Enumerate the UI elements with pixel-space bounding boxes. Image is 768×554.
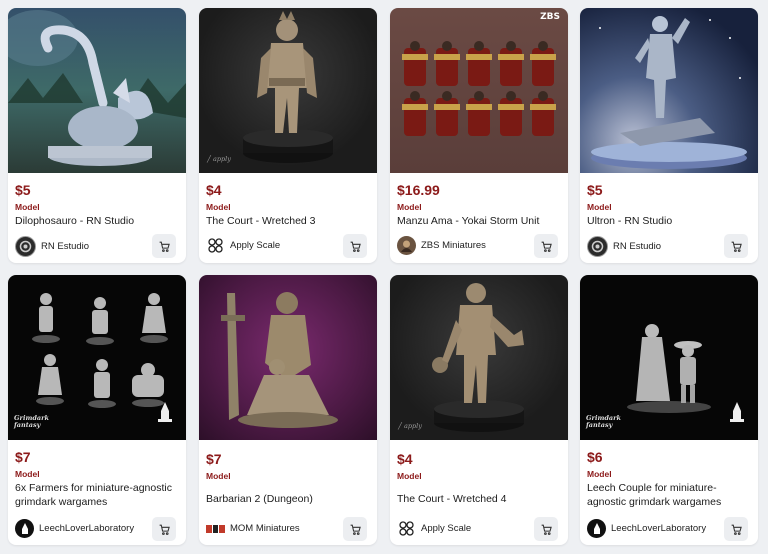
product-title[interactable]: The Court - Wretched 3 xyxy=(206,214,370,228)
product-type: Model xyxy=(587,202,612,212)
product-price: $4 xyxy=(206,182,222,198)
product-image[interactable] xyxy=(580,8,758,173)
leech-lover-logo-icon xyxy=(15,519,34,538)
mom-logo-icon xyxy=(206,519,225,538)
watermark-logo: ╱ apply xyxy=(398,422,422,430)
product-image[interactable] xyxy=(8,8,186,173)
product-type: Model xyxy=(397,202,422,212)
zbs-badge: ZBS xyxy=(540,12,560,22)
product-price: $7 xyxy=(206,451,222,467)
product-card[interactable]: $5 Model Dilophosauro - RN Studio RN Est… xyxy=(8,8,186,263)
product-title[interactable]: The Court - Wretched 4 xyxy=(397,492,561,506)
seller[interactable]: RN Estudio xyxy=(15,236,89,257)
add-to-cart-button[interactable] xyxy=(724,234,748,258)
product-card[interactable]: ╱ apply $4 Model The Court - Wretched 4 … xyxy=(390,275,568,545)
product-title[interactable]: Barbarian 2 (Dungeon) xyxy=(206,492,370,506)
add-to-cart-button[interactable] xyxy=(152,234,176,258)
watermark-logo: ╱ apply xyxy=(207,155,231,163)
product-type: Model xyxy=(206,471,231,481)
product-image[interactable]: ╱ apply xyxy=(199,8,377,173)
leech-lover-logo-icon xyxy=(587,519,606,538)
product-image[interactable]: Grimdark fantasy xyxy=(8,275,186,440)
product-card[interactable]: Grimdark fantasy $7 Model 6x Farmers for … xyxy=(8,275,186,545)
cart-icon xyxy=(731,241,742,252)
seller-name[interactable]: LeechLoverLaboratory xyxy=(39,523,134,534)
product-title[interactable]: Dilophosauro - RN Studio xyxy=(15,214,179,228)
seller[interactable]: LeechLoverLaboratory xyxy=(15,519,134,538)
product-card[interactable]: Grimdark fantasy $6 Model Leech Couple fo… xyxy=(580,275,758,545)
product-title[interactable]: 6x Farmers for miniature-agnostic grimda… xyxy=(15,481,179,509)
add-to-cart-button[interactable] xyxy=(534,234,558,258)
product-image[interactable]: ╱ apply xyxy=(390,275,568,440)
seller-name[interactable]: LeechLoverLaboratory xyxy=(611,523,706,534)
product-price: $4 xyxy=(397,451,413,467)
product-card[interactable]: $5 Model Ultron - RN Studio RN Estudio xyxy=(580,8,758,263)
add-to-cart-button[interactable] xyxy=(343,517,367,541)
add-to-cart-button[interactable] xyxy=(152,517,176,541)
product-type: Model xyxy=(397,471,422,481)
seller[interactable]: ZBS Miniatures xyxy=(397,236,486,255)
seller-name[interactable]: Apply Scale xyxy=(230,240,280,251)
rn-logo-icon xyxy=(15,236,36,257)
seller[interactable]: Apply Scale xyxy=(206,236,280,255)
cart-icon xyxy=(541,524,552,535)
product-type: Model xyxy=(206,202,231,212)
product-price: $5 xyxy=(587,182,603,198)
rn-logo-icon xyxy=(587,236,608,257)
cart-icon xyxy=(159,524,170,535)
seller-name[interactable]: ZBS Miniatures xyxy=(421,240,486,251)
product-type: Model xyxy=(15,202,40,212)
zbs-logo-icon xyxy=(397,236,416,255)
cart-icon xyxy=(159,241,170,252)
seller[interactable]: RN Estudio xyxy=(587,236,661,257)
product-type: Model xyxy=(587,469,612,479)
product-price: $16.99 xyxy=(397,182,440,198)
product-type: Model xyxy=(15,469,40,479)
cart-icon xyxy=(541,241,552,252)
product-price: $7 xyxy=(15,449,31,465)
product-title[interactable]: Ultron - RN Studio xyxy=(587,214,751,228)
cart-icon xyxy=(731,524,742,535)
cart-icon xyxy=(350,524,361,535)
apply-scale-logo-icon xyxy=(397,519,416,538)
product-image[interactable]: Grimdark fantasy xyxy=(580,275,758,440)
product-image[interactable] xyxy=(199,275,377,440)
add-to-cart-button[interactable] xyxy=(343,234,367,258)
leech-lab-logo-icon xyxy=(158,402,172,422)
cart-icon xyxy=(350,241,361,252)
seller-name[interactable]: MOM Miniatures xyxy=(230,523,300,534)
grimdark-fantasy-logo: Grimdark fantasy xyxy=(14,414,50,429)
seller-name[interactable]: RN Estudio xyxy=(41,241,89,252)
product-card[interactable]: ZBS $16.99 Model Manzu Ama - Yokai Storm… xyxy=(390,8,568,263)
seller-name[interactable]: RN Estudio xyxy=(613,241,661,252)
seller[interactable]: MOM Miniatures xyxy=(206,519,300,538)
seller-name[interactable]: Apply Scale xyxy=(421,523,471,534)
product-title[interactable]: Leech Couple for miniature-agnostic grim… xyxy=(587,481,751,509)
leech-lab-logo-icon xyxy=(730,402,744,422)
product-price: $5 xyxy=(15,182,31,198)
seller[interactable]: Apply Scale xyxy=(397,519,471,538)
product-price: $6 xyxy=(587,449,603,465)
add-to-cart-button[interactable] xyxy=(534,517,558,541)
product-title[interactable]: Manzu Ama - Yokai Storm Unit xyxy=(397,214,561,228)
grimdark-fantasy-logo: Grimdark fantasy xyxy=(586,414,622,429)
product-card[interactable]: $7 Model Barbarian 2 (Dungeon) MOM Minia… xyxy=(199,275,377,545)
add-to-cart-button[interactable] xyxy=(724,517,748,541)
product-card[interactable]: ╱ apply $4 Model The Court - Wretched 3 … xyxy=(199,8,377,263)
product-image[interactable]: ZBS xyxy=(390,8,568,173)
apply-scale-logo-icon xyxy=(206,236,225,255)
seller[interactable]: LeechLoverLaboratory xyxy=(587,519,706,538)
